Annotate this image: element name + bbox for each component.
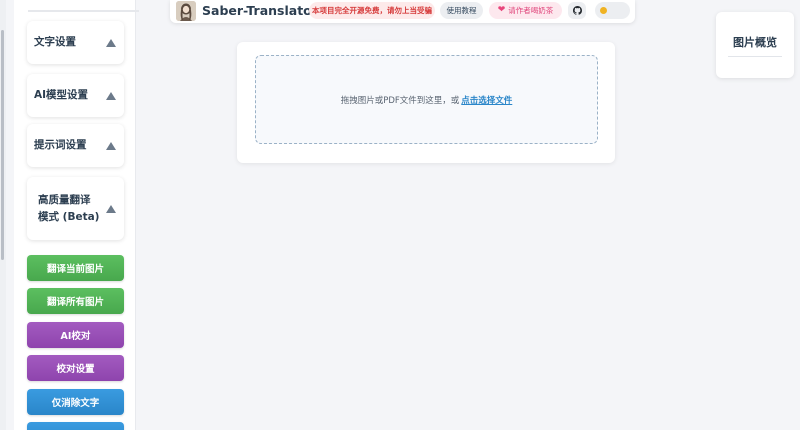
select-file-link[interactable]: 点击选择文件 [461, 94, 512, 106]
sidebar-scrollbar-thumb[interactable] [1, 30, 4, 260]
sidebar-divider [28, 10, 139, 12]
support-author-label: 请作者喝奶茶 [508, 6, 554, 15]
upload-card: 拖拽图片或PDF文件到这里，或 点击选择文件 [237, 42, 615, 163]
image-overview-divider [728, 56, 782, 57]
collapse-triangle-icon [106, 91, 116, 100]
github-icon [572, 6, 582, 15]
image-overview-panel: 图片概览 [716, 12, 794, 78]
proofread-settings-button[interactable]: 校对设置 [27, 355, 124, 381]
tutorial-button[interactable]: 使用教程 [440, 2, 483, 19]
panel-text-settings-label: 文字设置 [34, 36, 76, 49]
heart-icon: ❤ [497, 5, 506, 15]
collapse-triangle-icon [106, 38, 116, 47]
next-action-button[interactable] [27, 422, 124, 430]
settings-sidebar: 文字设置 AI模型设置 提示词设置 高质量翻译模式 (Beta) 翻译当前图片 … [14, 0, 139, 430]
file-dropzone[interactable]: 拖拽图片或PDF文件到这里，或 点击选择文件 [255, 55, 598, 144]
translate-current-image-button[interactable]: 翻译当前图片 [27, 255, 124, 281]
github-button[interactable] [568, 2, 586, 19]
panel-hq-translation-mode[interactable]: 高质量翻译模式 (Beta) [27, 177, 124, 240]
panel-prompt-settings-label: 提示词设置 [34, 139, 87, 152]
app-window: 文字设置 AI模型设置 提示词设置 高质量翻译模式 (Beta) 翻译当前图片 … [0, 0, 800, 430]
theme-toggle[interactable] [595, 2, 630, 19]
panel-text-settings[interactable]: 文字设置 [27, 21, 124, 64]
collapse-triangle-icon [106, 141, 116, 150]
remove-text-only-button[interactable]: 仅消除文字 [27, 389, 124, 415]
top-header: Saber-Translator 本项目完全开源免费，请勿上当受骗 使用教程 ❤… [170, 0, 635, 23]
collapse-triangle-icon [106, 204, 116, 213]
panel-prompt-settings[interactable]: 提示词设置 [27, 124, 124, 167]
app-title: Saber-Translator [202, 3, 318, 18]
sidebar-scrollbar[interactable] [0, 0, 6, 430]
image-overview-title: 图片概览 [733, 36, 777, 49]
panel-ai-model-settings-label: AI模型设置 [34, 89, 89, 102]
open-source-notice-badge: 本项目完全开源免费，请勿上当受骗 [309, 2, 435, 19]
panel-hq-translation-mode-label: 高质量翻译模式 (Beta) [38, 194, 100, 223]
ai-proofread-button[interactable]: AI校对 [27, 322, 124, 348]
support-author-button[interactable]: ❤ 请作者喝奶茶 [489, 2, 562, 19]
translate-all-images-button[interactable]: 翻译所有图片 [27, 288, 124, 314]
avatar-logo-icon [176, 1, 196, 21]
panel-ai-model-settings[interactable]: AI模型设置 [27, 74, 124, 117]
dropzone-prompt: 拖拽图片或PDF文件到这里，或 [340, 95, 460, 106]
sun-icon [600, 7, 607, 14]
